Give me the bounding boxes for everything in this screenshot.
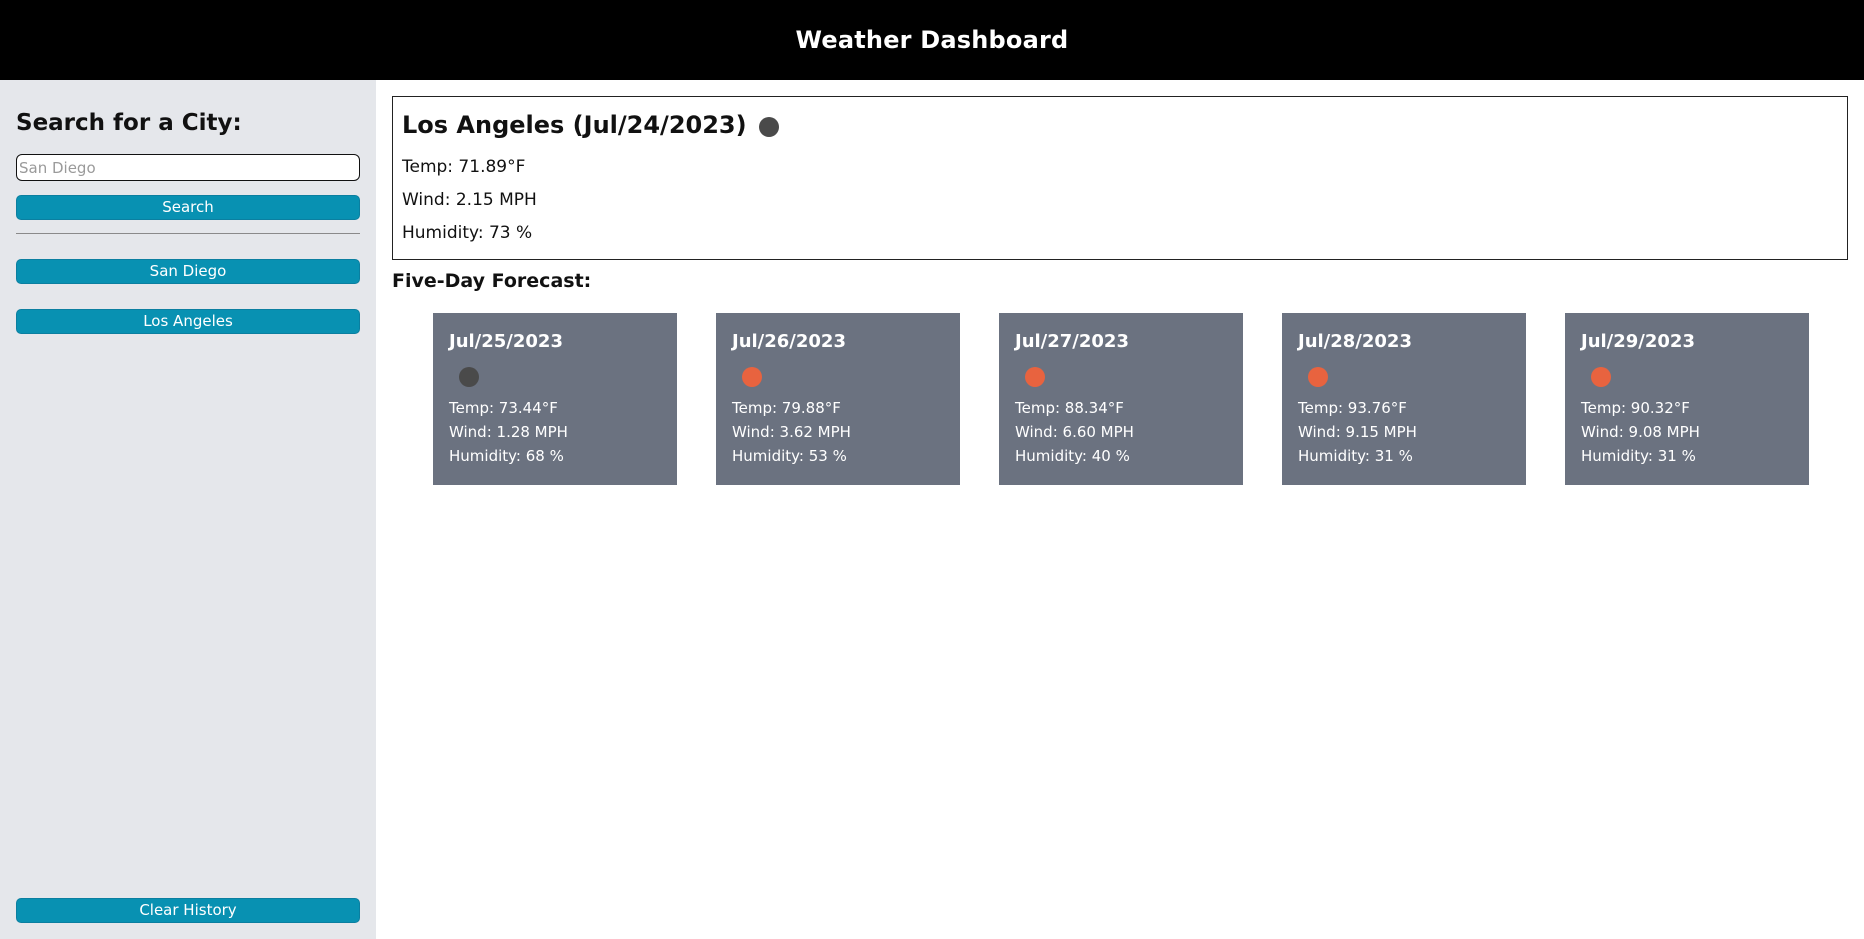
- forecast-date: Jul/29/2023: [1581, 331, 1695, 352]
- forecast-card: Jul/26/2023 Temp: 79.88°F Wind: 3.62 MPH…: [716, 313, 960, 485]
- sidebar: Search for a City: Search San Diego Los …: [0, 80, 376, 939]
- weather-icon: [742, 367, 762, 387]
- forecast-date: Jul/28/2023: [1298, 331, 1412, 352]
- forecast-wind: Wind: 3.62 MPH: [732, 423, 851, 441]
- current-weather-card: Los Angeles (Jul/24/2023) Temp: 71.89°F …: [392, 96, 1848, 260]
- forecast-date: Jul/25/2023: [449, 331, 563, 352]
- weather-icon: [1025, 367, 1045, 387]
- search-heading: Search for a City:: [16, 110, 242, 136]
- forecast-temp: Temp: 93.76°F: [1298, 399, 1407, 417]
- current-wind: Wind: 2.15 MPH: [402, 190, 537, 210]
- history-button-san-diego[interactable]: San Diego: [16, 259, 360, 284]
- weather-icon: [758, 117, 779, 137]
- forecast-wind: Wind: 6.60 MPH: [1015, 423, 1134, 441]
- weather-icon: [1308, 367, 1328, 387]
- forecast-wind: Wind: 9.15 MPH: [1298, 423, 1417, 441]
- forecast-humidity: Humidity: 53 %: [732, 447, 847, 465]
- page-title: Weather Dashboard: [795, 26, 1069, 54]
- forecast-temp: Temp: 90.32°F: [1581, 399, 1690, 417]
- weather-icon: [1591, 367, 1611, 387]
- current-weather-header: Los Angeles (Jul/24/2023): [402, 111, 779, 139]
- sidebar-divider: [16, 233, 360, 234]
- current-humidity: Humidity: 73 %: [402, 223, 533, 243]
- forecast-heading: Five-Day Forecast:: [392, 270, 592, 292]
- forecast-temp: Temp: 73.44°F: [449, 399, 558, 417]
- current-city-date: Los Angeles (Jul/24/2023): [402, 111, 747, 139]
- forecast-wind: Wind: 1.28 MPH: [449, 423, 568, 441]
- forecast-card: Jul/28/2023 Temp: 93.76°F Wind: 9.15 MPH…: [1282, 313, 1526, 485]
- forecast-temp: Temp: 79.88°F: [732, 399, 841, 417]
- city-search-input[interactable]: [16, 154, 360, 181]
- forecast-wind: Wind: 9.08 MPH: [1581, 423, 1700, 441]
- weather-icon: [459, 367, 479, 387]
- forecast-humidity: Humidity: 31 %: [1298, 447, 1413, 465]
- main-content: Los Angeles (Jul/24/2023) Temp: 71.89°F …: [376, 80, 1864, 939]
- clear-history-button[interactable]: Clear History: [16, 898, 360, 923]
- forecast-date: Jul/26/2023: [732, 331, 846, 352]
- forecast-card: Jul/27/2023 Temp: 88.34°F Wind: 6.60 MPH…: [999, 313, 1243, 485]
- forecast-card: Jul/29/2023 Temp: 90.32°F Wind: 9.08 MPH…: [1565, 313, 1809, 485]
- forecast-humidity: Humidity: 68 %: [449, 447, 564, 465]
- app-header: Weather Dashboard: [0, 0, 1864, 80]
- history-button-los-angeles[interactable]: Los Angeles: [16, 309, 360, 334]
- current-temp: Temp: 71.89°F: [402, 157, 526, 177]
- forecast-card: Jul/25/2023 Temp: 73.44°F Wind: 1.28 MPH…: [433, 313, 677, 485]
- forecast-temp: Temp: 88.34°F: [1015, 399, 1124, 417]
- forecast-humidity: Humidity: 40 %: [1015, 447, 1130, 465]
- forecast-humidity: Humidity: 31 %: [1581, 447, 1696, 465]
- forecast-date: Jul/27/2023: [1015, 331, 1129, 352]
- search-button[interactable]: Search: [16, 195, 360, 220]
